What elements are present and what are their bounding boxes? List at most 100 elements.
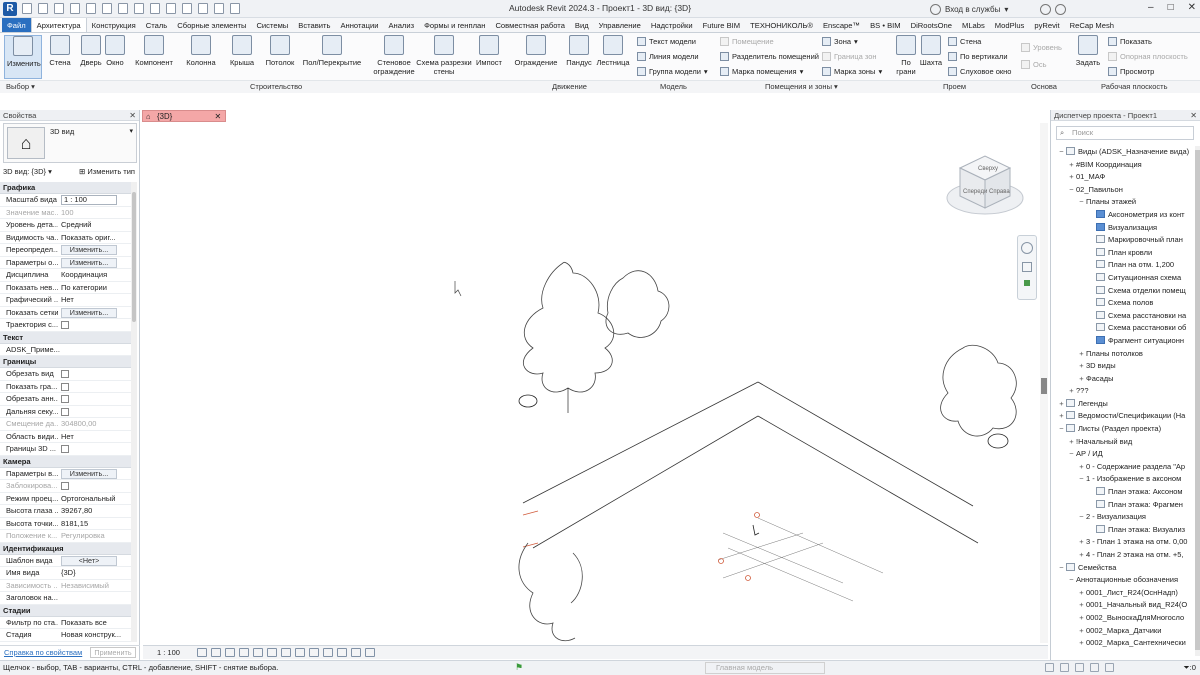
- select-by-face-icon[interactable]: [1090, 663, 1099, 672]
- property-value-text[interactable]: Показать ориг...: [61, 233, 116, 242]
- 3d-view-canvas[interactable]: Сверху Спереди Справа: [143, 123, 1048, 645]
- property-value-text[interactable]: 100: [61, 208, 74, 217]
- browser-item[interactable]: +0002_Марка_Сантехнически: [1051, 637, 1195, 650]
- tab-12[interactable]: Управление: [594, 18, 646, 32]
- tab-4[interactable]: Сборные элементы: [172, 18, 251, 32]
- expand-icon[interactable]: +: [1077, 599, 1086, 612]
- edit-property-button[interactable]: <Нет>: [61, 555, 117, 566]
- view-scrollbar[interactable]: [1040, 123, 1048, 643]
- scrollbar-thumb[interactable]: [1041, 378, 1047, 394]
- sun-path-icon[interactable]: [225, 648, 235, 657]
- expand-icon[interactable]: +: [1067, 436, 1076, 449]
- browser-item[interactable]: − Аннотационные обозначения: [1051, 574, 1195, 587]
- roof-button[interactable]: Крыша: [228, 35, 256, 67]
- edit-type-button[interactable]: ⊞ Изменить тип: [79, 167, 135, 176]
- collapse-icon[interactable]: −: [1057, 146, 1066, 159]
- property-value-text[interactable]: 39267,80: [61, 506, 92, 515]
- property-value-text[interactable]: Новая конструк...: [61, 630, 121, 639]
- property-checkbox[interactable]: [61, 482, 69, 490]
- shaft-button[interactable]: Шахта: [919, 35, 943, 67]
- expand-icon[interactable]: +: [1057, 398, 1066, 411]
- visual-style-icon[interactable]: [211, 648, 221, 657]
- browser-item[interactable]: − Семейства: [1051, 562, 1195, 575]
- collapse-icon[interactable]: −: [1057, 423, 1066, 436]
- browser-item[interactable]: −02_Павильон: [1051, 184, 1195, 197]
- collapse-icon[interactable]: −: [1077, 196, 1086, 209]
- vertical-opening-button[interactable]: По вертикали: [948, 52, 1008, 61]
- edit-property-button[interactable]: Изменить...: [61, 468, 117, 479]
- browser-item[interactable]: Аксонометрия из конт: [1051, 209, 1195, 222]
- user-login[interactable]: Вход в службы ▾: [930, 2, 1008, 16]
- apply-button[interactable]: Применить: [90, 647, 136, 658]
- browser-item[interactable]: + Легенды: [1051, 398, 1195, 411]
- property-checkbox[interactable]: [61, 321, 69, 329]
- browser-item[interactable]: − АР / ИД: [1051, 448, 1195, 461]
- browser-item[interactable]: Фрагмент ситуационн: [1051, 335, 1195, 348]
- scrollbar-thumb[interactable]: [1195, 150, 1200, 650]
- wall-opening-button[interactable]: Стена: [948, 37, 981, 46]
- model-text-button[interactable]: Текст модели: [637, 37, 696, 46]
- railing-button[interactable]: Ограждение: [512, 35, 560, 67]
- property-value-text[interactable]: Средний: [61, 220, 92, 229]
- panel-room-area[interactable]: Помещения и зоны ▾: [765, 82, 838, 91]
- browser-search-input[interactable]: ⌕ Поиск: [1056, 126, 1194, 140]
- property-value-text[interactable]: {3D}: [61, 568, 76, 577]
- curtain-grid-button[interactable]: Схема разрезки стены: [416, 35, 472, 76]
- tab-2[interactable]: Конструкция: [87, 18, 141, 32]
- scrollbar-thumb[interactable]: [132, 192, 136, 322]
- expand-icon[interactable]: +: [1067, 159, 1076, 172]
- property-value-text[interactable]: Нет: [61, 295, 74, 304]
- temp-hide-icon[interactable]: [309, 648, 319, 657]
- properties-section-header[interactable]: Идентификация: [0, 542, 131, 555]
- properties-section-header[interactable]: Границы: [0, 356, 131, 368]
- property-value-text[interactable]: Ортогональный: [61, 494, 115, 503]
- tab-0[interactable]: Файл: [2, 18, 31, 32]
- temp-properties-icon[interactable]: [337, 648, 347, 657]
- area-boundary-button[interactable]: Граница зон: [822, 52, 877, 61]
- tab-11[interactable]: Вид: [570, 18, 594, 32]
- collapse-icon[interactable]: −: [1067, 184, 1076, 197]
- stair-button[interactable]: Лестница: [596, 35, 630, 67]
- reveal-hidden-icon[interactable]: [323, 648, 333, 657]
- tab-16[interactable]: Enscape™: [818, 18, 865, 32]
- expand-icon[interactable]: +: [1077, 348, 1086, 361]
- column-button[interactable]: Колонна: [185, 35, 217, 67]
- expand-icon[interactable]: +: [1077, 461, 1086, 474]
- properties-help-link[interactable]: Справка по свойствам: [4, 648, 82, 657]
- model-group-button[interactable]: Группа модели ▾: [637, 67, 708, 76]
- room-tag-button[interactable]: Марка помещения ▾: [720, 67, 803, 76]
- modify-button[interactable]: Изменить: [4, 35, 42, 79]
- browser-item[interactable]: План кровли: [1051, 247, 1195, 260]
- properties-section-header[interactable]: Стадии: [0, 604, 131, 617]
- curtain-system-button[interactable]: Стеновое ограждение: [372, 35, 416, 76]
- detail-level-icon[interactable]: [197, 648, 207, 657]
- tab-5[interactable]: Системы: [251, 18, 293, 32]
- tab-18[interactable]: DiRootsOne: [906, 18, 957, 32]
- tab-9[interactable]: Формы и генплан: [419, 18, 490, 32]
- browser-item[interactable]: План этажа: Фрагмен: [1051, 499, 1195, 512]
- viewer-button[interactable]: Просмотр: [1108, 67, 1154, 76]
- ramp-button[interactable]: Пандус: [564, 35, 594, 67]
- browser-item[interactable]: + !Начальный вид: [1051, 436, 1195, 449]
- expand-icon[interactable]: +: [1077, 587, 1086, 600]
- area-tag-button[interactable]: Марка зоны ▾: [822, 67, 882, 76]
- tab-15[interactable]: ТЕХНОНИКОЛЬ®: [745, 18, 818, 32]
- property-value-text[interactable]: Нет: [61, 432, 74, 441]
- browser-item[interactable]: + Планы потолков: [1051, 348, 1195, 361]
- worksharing-display-icon[interactable]: [351, 648, 361, 657]
- tab-10[interactable]: Совместная работа: [490, 18, 569, 32]
- property-input[interactable]: 1 : 100: [61, 195, 117, 205]
- browser-item[interactable]: План этажа: Аксоном: [1051, 486, 1195, 499]
- level-button[interactable]: Уровень: [1021, 43, 1062, 52]
- browser-item[interactable]: +???: [1051, 385, 1195, 398]
- browser-item[interactable]: +0 - Содержание раздела "Ар: [1051, 461, 1195, 474]
- mullion-button[interactable]: Импост: [474, 35, 504, 67]
- browser-item[interactable]: −1 - Изображение в аксоном: [1051, 473, 1195, 486]
- worksets-icon[interactable]: ⚑: [515, 662, 527, 673]
- room-button[interactable]: Помещение: [720, 37, 774, 46]
- select-underlay-icon[interactable]: [1060, 663, 1069, 672]
- expand-icon[interactable]: +: [1077, 625, 1086, 638]
- edit-property-button[interactable]: Изменить...: [61, 257, 117, 268]
- browser-item[interactable]: Схема полов: [1051, 297, 1195, 310]
- dormer-button[interactable]: Слуховое окно: [948, 67, 1011, 76]
